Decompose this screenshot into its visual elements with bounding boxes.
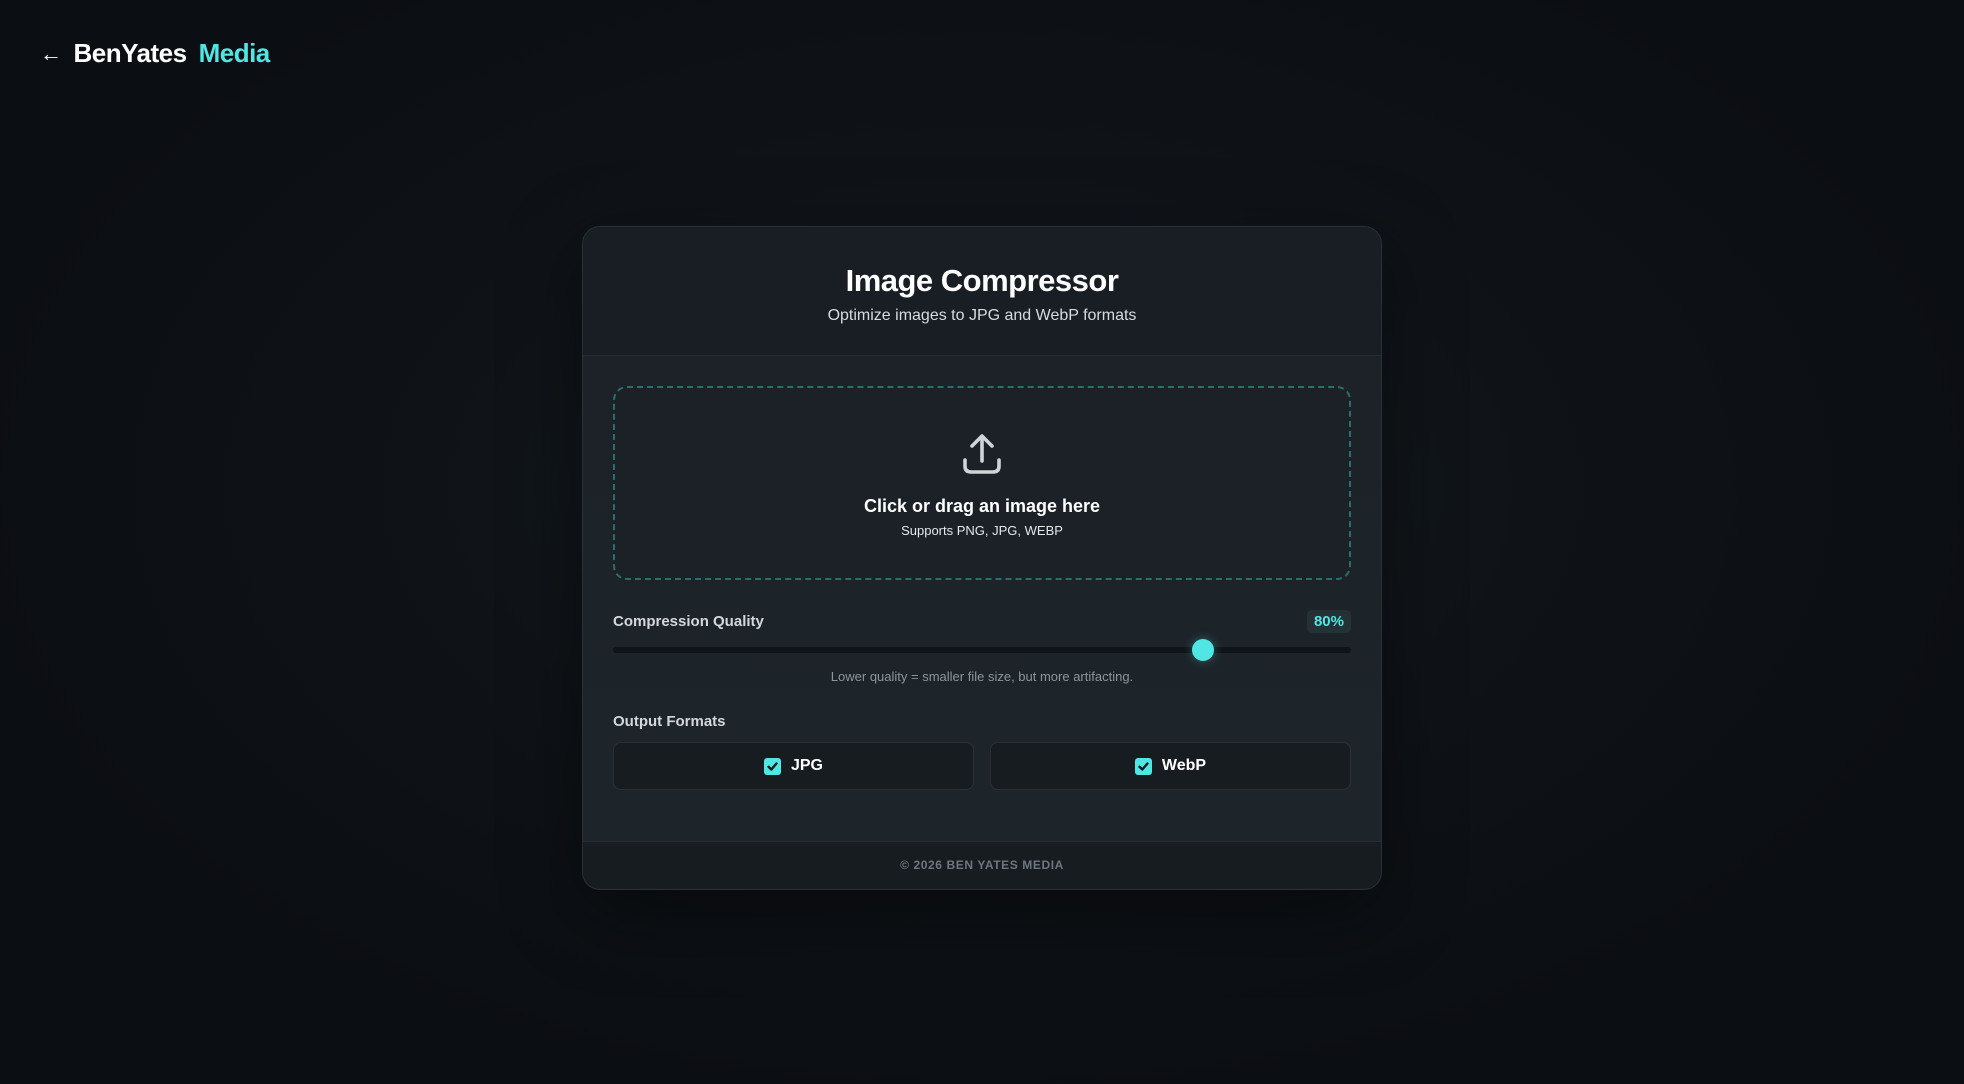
jpg-checkbox[interactable] (763, 757, 781, 775)
card-footer: © 2026 BEN YATES MEDIA (583, 841, 1381, 888)
quality-label: Compression Quality (613, 613, 764, 630)
check-icon (767, 761, 778, 771)
formats-label: Output Formats (613, 713, 726, 730)
page-subtitle: Optimize images to JPG and WebP formats (827, 307, 1137, 324)
dropzone-title: Click or drag an image here (863, 496, 1101, 516)
card-body: Click or drag an image here Supports PNG… (583, 356, 1381, 841)
brand-accent: Media (198, 38, 271, 68)
quality-value-badge: 80% (1306, 610, 1351, 633)
brand-name: BenYates (73, 38, 188, 68)
compressor-card: Image Compressor Optimize images to JPG … (582, 226, 1382, 890)
home-link[interactable]: ← BenYates Media (40, 38, 270, 69)
format-option-jpg[interactable]: JPG (613, 742, 974, 790)
back-arrow-icon: ← (40, 40, 62, 66)
format-options: JPG WebP (613, 742, 1351, 790)
image-dropzone[interactable]: Click or drag an image here Supports PNG… (613, 386, 1351, 580)
page-title: Image Compressor (845, 263, 1119, 298)
quality-slider[interactable] (613, 639, 1351, 661)
format-option-webp[interactable]: WebP (990, 742, 1351, 790)
card-header: Image Compressor Optimize images to JPG … (583, 227, 1381, 356)
quality-help-text: Lower quality = smaller file size, but m… (830, 669, 1134, 684)
dropzone-hint: Supports PNG, JPG, WEBP (901, 523, 1063, 538)
webp-label: WebP (1161, 757, 1207, 774)
webp-checkbox[interactable] (1134, 757, 1152, 775)
upload-icon (963, 434, 1001, 474)
jpg-label: JPG (790, 757, 823, 774)
quality-header: Compression Quality 80% (613, 610, 1351, 633)
quality-slider-thumb[interactable] (1192, 639, 1215, 661)
check-icon (1138, 761, 1149, 771)
